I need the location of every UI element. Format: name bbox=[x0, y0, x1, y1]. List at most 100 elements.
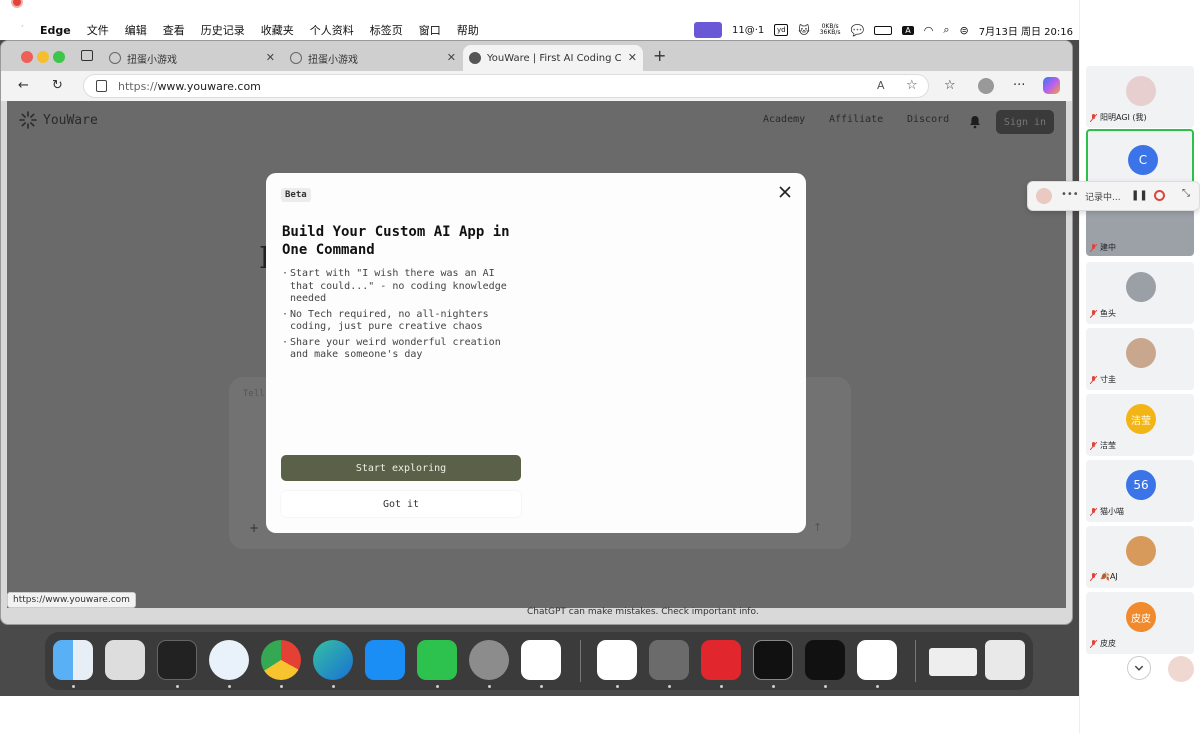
favorite-star-icon[interactable]: ☆ bbox=[906, 78, 918, 93]
menu-app[interactable]: Edge bbox=[40, 24, 71, 37]
close-icon[interactable] bbox=[778, 185, 792, 199]
apple-icon[interactable] bbox=[14, 23, 28, 37]
recording-status: 记录中... bbox=[1085, 193, 1121, 203]
menu-file[interactable]: 文件 bbox=[87, 22, 109, 38]
zoom-window-button[interactable] bbox=[53, 51, 65, 63]
running-indicator bbox=[824, 685, 827, 688]
menu-window[interactable]: 窗口 bbox=[419, 22, 441, 38]
self-avatar[interactable] bbox=[1168, 656, 1194, 682]
mic-muted-icon bbox=[1090, 243, 1097, 252]
participant-card[interactable]: 寸圭 bbox=[1086, 328, 1194, 390]
scroll-down-button[interactable] bbox=[1127, 656, 1151, 680]
reload-icon[interactable]: ↻ bbox=[52, 78, 63, 93]
participant-card[interactable]: 阳明AGI (我) bbox=[1086, 66, 1194, 128]
finder-icon[interactable] bbox=[53, 640, 93, 680]
vscode-icon[interactable] bbox=[597, 640, 637, 680]
participant-card[interactable]: 56 猫小喵 bbox=[1086, 460, 1194, 522]
copilot-icon[interactable] bbox=[1043, 77, 1060, 94]
address-bar[interactable]: https://www.youware.com A ☆ bbox=[83, 74, 929, 98]
safari-icon[interactable] bbox=[209, 640, 249, 680]
back-icon[interactable]: ← bbox=[18, 78, 29, 93]
running-indicator bbox=[876, 685, 879, 688]
bell-icon[interactable] bbox=[969, 115, 981, 129]
close-window-button[interactable] bbox=[21, 51, 33, 63]
new-tab-button[interactable]: + bbox=[653, 46, 666, 65]
menu-tabs[interactable]: 标签页 bbox=[370, 22, 403, 38]
close-tab-icon[interactable]: ✕ bbox=[266, 51, 275, 64]
wechat-app-icon[interactable] bbox=[417, 640, 457, 680]
cat-icon[interactable]: 🐱 bbox=[798, 24, 809, 37]
wifi-icon[interactable]: ◠ bbox=[924, 24, 934, 37]
yd-icon[interactable]: yd bbox=[774, 24, 789, 36]
weather-status[interactable]: 11@·1 bbox=[732, 25, 764, 36]
running-indicator bbox=[280, 685, 283, 688]
lark-meeting-icon[interactable] bbox=[857, 640, 897, 680]
launchpad-icon[interactable] bbox=[105, 640, 145, 680]
screen-share-icon[interactable] bbox=[693, 22, 722, 38]
battery-icon[interactable] bbox=[874, 25, 893, 35]
terminal-icon[interactable] bbox=[753, 640, 793, 680]
avatar bbox=[1126, 536, 1156, 566]
more-menu-icon[interactable]: ··· bbox=[1013, 78, 1025, 93]
recent-window-thumbnail-icon[interactable] bbox=[929, 648, 977, 676]
menu-view[interactable]: 查看 bbox=[163, 22, 185, 38]
lark-icon[interactable] bbox=[521, 640, 561, 680]
got-it-button[interactable]: Got it bbox=[281, 491, 521, 517]
youdao-icon[interactable] bbox=[701, 640, 741, 680]
menu-profile[interactable]: 个人资料 bbox=[310, 22, 354, 38]
menu-edit[interactable]: 编辑 bbox=[125, 22, 147, 38]
participant-name-text: 洁莹 bbox=[1100, 441, 1116, 450]
sign-in-button[interactable]: Sign in bbox=[996, 110, 1054, 134]
close-tab-icon[interactable]: ✕ bbox=[628, 51, 637, 64]
chatgpt-disclaimer: ChatGPT can make mistakes. Check importa… bbox=[527, 607, 759, 617]
edge-icon[interactable] bbox=[313, 640, 353, 680]
tab-actions-icon[interactable] bbox=[81, 50, 93, 61]
favorites-icon[interactable]: ☆ bbox=[944, 78, 956, 93]
trash-icon[interactable] bbox=[985, 640, 1025, 680]
running-indicator bbox=[668, 685, 671, 688]
read-aloud-icon[interactable]: A bbox=[877, 79, 885, 92]
cube-app-icon[interactable] bbox=[805, 640, 845, 680]
youware-logo[interactable]: YouWare bbox=[19, 111, 98, 129]
participant-card[interactable]: 建中 bbox=[1086, 208, 1194, 256]
activity-monitor-icon[interactable] bbox=[157, 640, 197, 680]
app-store-icon[interactable] bbox=[365, 640, 405, 680]
recording-toolbar: ••• 记录中... ❚❚ ⤡ bbox=[1027, 181, 1200, 211]
participant-card[interactable]: 皮皮 皮皮 bbox=[1086, 592, 1194, 654]
participant-card[interactable]: 🍂AJ bbox=[1086, 526, 1194, 588]
profile-avatar[interactable] bbox=[978, 78, 994, 94]
site-info-icon[interactable] bbox=[96, 80, 107, 92]
participant-name: 阳明AGI (我) bbox=[1090, 112, 1147, 123]
minimize-window-button[interactable] bbox=[37, 51, 49, 63]
tab-2[interactable]: 扭蛋小游戏 ✕ bbox=[284, 45, 462, 71]
avatar bbox=[1126, 272, 1156, 302]
tab-1[interactable]: 扭蛋小游戏 ✕ bbox=[103, 45, 281, 71]
nav-discord[interactable]: Discord bbox=[907, 114, 949, 125]
search-icon[interactable]: ⌕ bbox=[943, 23, 949, 37]
participant-name-text: 鱼头 bbox=[1100, 309, 1116, 318]
wechat-icon[interactable]: 💬 bbox=[851, 24, 865, 37]
menu-history[interactable]: 历史记录 bbox=[201, 22, 245, 38]
recorder-avatar bbox=[1036, 188, 1052, 204]
running-indicator bbox=[228, 685, 231, 688]
pause-icon[interactable]: ❚❚ bbox=[1131, 190, 1148, 201]
chrome-icon[interactable] bbox=[261, 640, 301, 680]
menu-help[interactable]: 帮助 bbox=[457, 22, 479, 38]
running-indicator bbox=[488, 685, 491, 688]
participant-card[interactable]: 鱼头 bbox=[1086, 262, 1194, 324]
tab-3-active[interactable]: YouWare | First AI Coding Comm ✕ bbox=[463, 45, 643, 71]
nav-academy[interactable]: Academy bbox=[763, 114, 805, 125]
menu-favorites[interactable]: 收藏夹 bbox=[261, 22, 294, 38]
more-options-icon[interactable]: ••• bbox=[1061, 189, 1079, 200]
control-center-icon[interactable]: ⊜ bbox=[960, 24, 969, 37]
clock[interactable]: 7月13日 周日 20:16 bbox=[979, 23, 1073, 38]
input-method-icon[interactable]: A bbox=[902, 25, 914, 35]
expand-icon[interactable]: ⤡ bbox=[1182, 188, 1190, 199]
participant-card[interactable]: 洁莹 洁莹 bbox=[1086, 394, 1194, 456]
system-settings-icon[interactable] bbox=[469, 640, 509, 680]
close-tab-icon[interactable]: ✕ bbox=[447, 51, 456, 64]
start-exploring-button[interactable]: Start exploring bbox=[281, 455, 521, 481]
calculator-icon[interactable] bbox=[649, 640, 689, 680]
nav-affiliate[interactable]: Affiliate bbox=[829, 114, 883, 125]
stop-record-icon[interactable] bbox=[1154, 190, 1165, 201]
